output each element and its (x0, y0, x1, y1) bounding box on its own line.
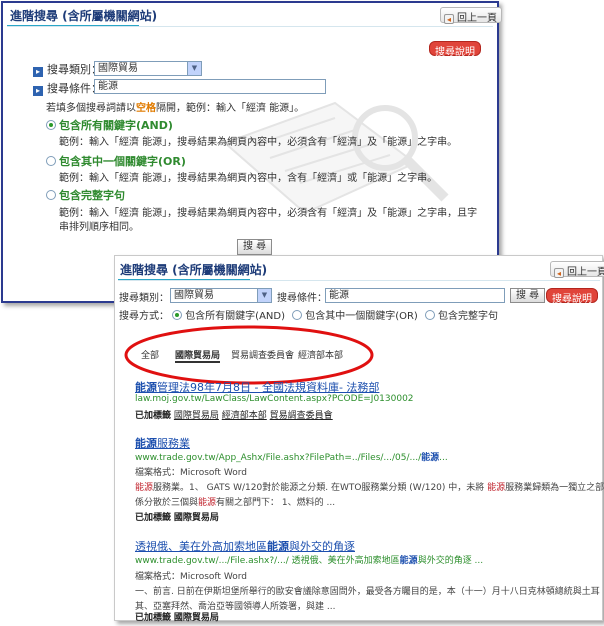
tab-trade-investigation[interactable]: 貿易調查委員會 (231, 348, 294, 361)
result-meta-3: 檔案格式：Microsoft Word (135, 572, 247, 582)
title-divider (118, 280, 600, 281)
option-or[interactable]: 包含其中一個關鍵字(OR) (46, 153, 186, 169)
result-url-2[interactable]: www.trade.gov.tw/App_Ashx/File.ashx?File… (135, 450, 448, 463)
back-icon: ◂ (444, 14, 454, 24)
radio-phrase[interactable] (46, 190, 56, 200)
result-tags-3: 已加標籤 國際貿易局 (135, 613, 219, 623)
option-and[interactable]: 包含所有關鍵字(AND) (46, 117, 173, 133)
radio-or[interactable] (46, 156, 56, 166)
category-label: 搜尋類別： (119, 293, 169, 304)
search-mode-row: 搜尋方式： 包含所有關鍵字(AND) 包含其中一個關鍵字(OR) 包含完整字句 (119, 310, 499, 322)
search-help-button[interactable]: 搜尋說明 (429, 41, 481, 58)
option-and-desc: 範例：輸入「經濟 能源」，搜尋結果為網頁內容中，必須含有「經濟」及「能源」之字串… (59, 137, 458, 148)
category-select[interactable]: 國際貿易 ▼ (170, 288, 272, 303)
back-button[interactable]: ◂ 回上一頁 (440, 7, 502, 24)
result-url-3[interactable]: www.trade.gov.tw/.../File.ashx?/.../ 透視俄… (135, 553, 483, 566)
option-or-desc: 範例：輸入「經濟 能源」，搜尋結果為網頁內容中，含有「經濟」或「能源」之字串。 (59, 173, 438, 184)
result-title-1[interactable]: 能源管理法98年7月8日 - 全國法規資料庫- 法務部 (135, 379, 379, 395)
chevron-down-icon: ▼ (187, 62, 201, 75)
arrow-right-icon: ▸ (33, 86, 43, 96)
radio-and[interactable] (46, 120, 56, 130)
page-title: 進階搜尋 (含所屬機關網站) (10, 9, 158, 23)
option-phrase[interactable]: 包含完整字句 (46, 187, 125, 203)
search-button[interactable]: 搜 尋 (510, 288, 546, 303)
option-phrase-desc: 範例：輸入「經濟 能源」，搜尋結果為網頁內容中，必須含有「經濟」及「能源」之字串… (59, 208, 478, 219)
result-snippet-2a: 能源服務業。1、 GATS W/120對於能源之分類. 在WTO服務業分類 (W… (135, 483, 604, 493)
result-url-1[interactable]: law.moj.gov.tw/LawClass/LawContent.aspx?… (135, 394, 414, 404)
back-button[interactable]: ◂ 回上一頁 (550, 261, 604, 278)
result-tags-2: 已加標籤 國際貿易局 (135, 513, 219, 523)
result-meta-2: 檔案格式：Microsoft Word (135, 468, 247, 478)
search-condition-input[interactable]: 能源 (94, 79, 326, 94)
tag-link[interactable]: 經濟部本部 (222, 411, 267, 421)
search-button[interactable]: 搜 尋 (237, 239, 273, 255)
result-title-3[interactable]: 透視俄、美在外高加索地區能源與外交的角逐 (135, 538, 355, 554)
result-title-2[interactable]: 能源服務業 (135, 435, 190, 451)
radio-or[interactable] (292, 310, 303, 320)
category-select[interactable]: 國際貿易 ▼ (94, 61, 202, 76)
search-condition-input[interactable]: 能源 (325, 288, 505, 303)
search-hint: 若填多個搜尋詞請以空格隔開，範例：輸入「經濟 能源」。 (46, 103, 305, 114)
result-tags-1: 已加標籤 國際貿易局 經濟部本部 貿易調查委員會 (135, 411, 333, 421)
tag-link[interactable]: 國際貿易局 (174, 613, 219, 623)
condition-row: ▸ 搜尋條件： (33, 80, 102, 96)
search-help-button[interactable]: 搜尋說明 (546, 288, 598, 305)
results-page-title: 進階搜尋 (含所屬機關網站) (120, 263, 268, 277)
arrow-right-icon: ▸ (33, 67, 43, 77)
result-snippet-2b: 係分散於三個與能源有關之部門下： 1、燃料的 ... (135, 498, 336, 508)
result-snippet-3a: 一、前言. 日前在伊斯坦堡所舉行的歐安會議除意固問外，最受各方矚目的是，本（十一… (135, 587, 600, 597)
search-results-panel: 進階搜尋 (含所屬機關網站) ◂ 回上一頁 搜尋類別： 國際貿易 ▼ 搜尋條件： … (114, 255, 604, 623)
radio-phrase[interactable] (425, 310, 436, 320)
tag-link[interactable]: 國際貿易局 (174, 513, 219, 523)
title-divider (7, 26, 493, 27)
back-icon: ◂ (554, 268, 564, 278)
tab-moea[interactable]: 經濟部本部 (298, 348, 343, 361)
tag-link[interactable]: 國際貿易局 (174, 411, 219, 421)
chevron-down-icon: ▼ (257, 289, 271, 302)
radio-and[interactable] (172, 310, 183, 320)
tab-all[interactable]: 全部 (141, 348, 159, 361)
option-phrase-desc-2: 串排列順序相同。 (59, 222, 139, 233)
tab-trade-bureau[interactable]: 國際貿易局 (175, 348, 221, 363)
condition-label: 搜尋條件： (277, 293, 327, 304)
tag-link[interactable]: 貿易調查委員會 (270, 411, 333, 421)
category-row: ▸ 搜尋類別： (33, 61, 102, 77)
